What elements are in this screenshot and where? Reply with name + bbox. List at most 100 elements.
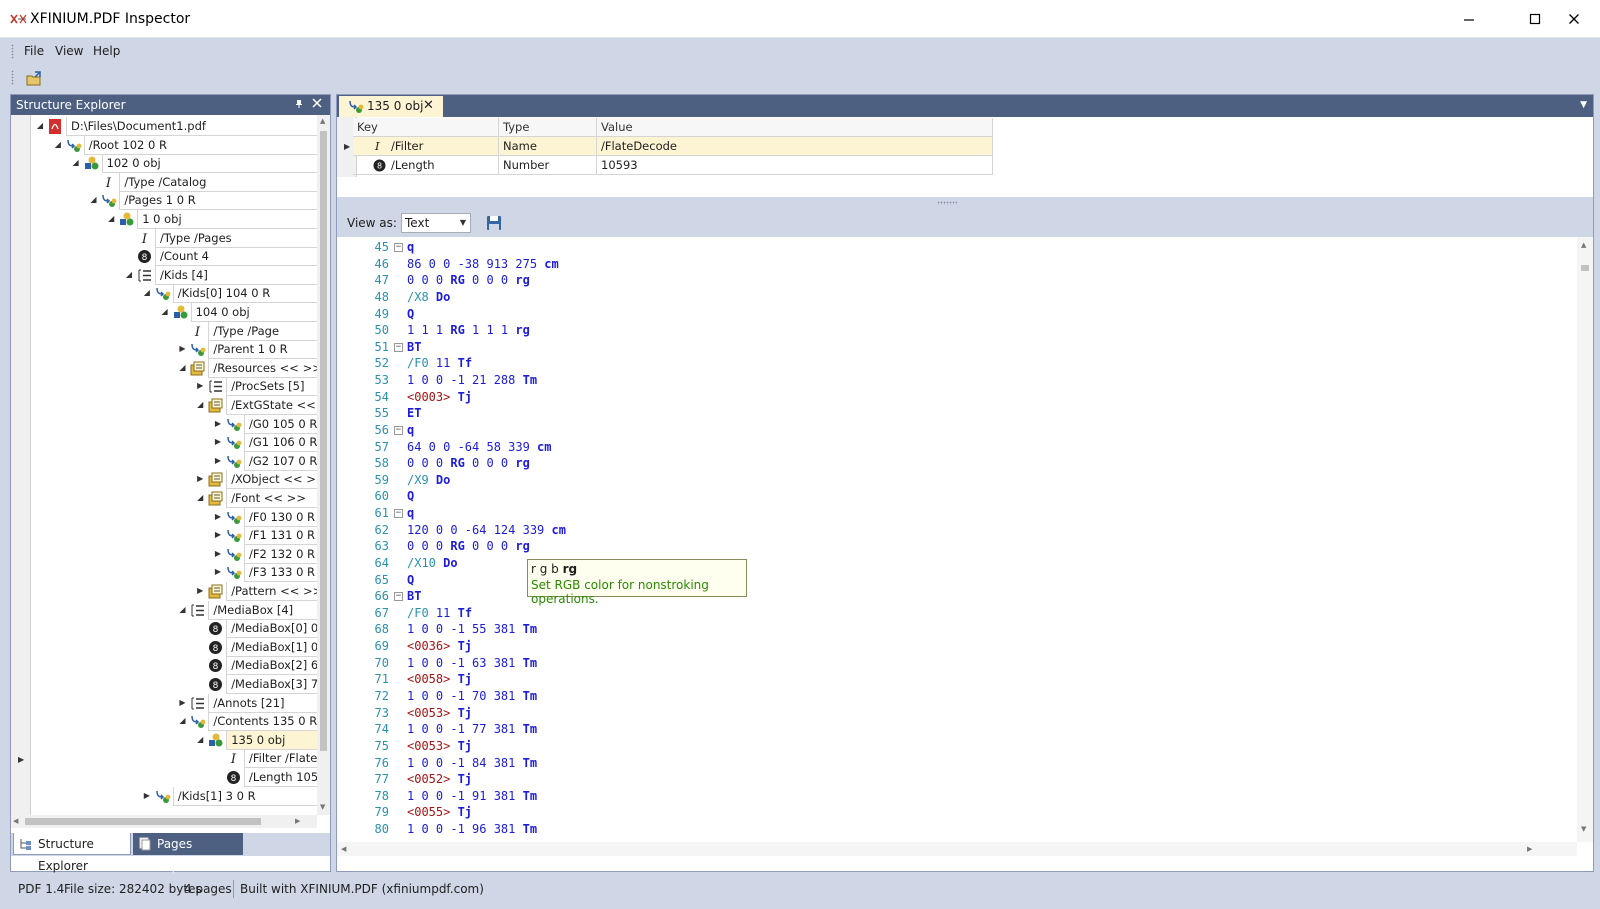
- code-line[interactable]: 52/F0 11 Tf: [337, 355, 1577, 372]
- tree-node[interactable]: ◢ /Resources << >>: [31, 358, 317, 378]
- tree-node[interactable]: I/Type /Page: [31, 321, 317, 341]
- tree-node[interactable]: ▶ /Pattern << >>: [31, 582, 317, 601]
- tree-node[interactable]: ▶ /G2 107 0 R: [31, 451, 317, 471]
- column-header-type[interactable]: Type: [499, 118, 597, 137]
- expand-icon[interactable]: ▶: [195, 381, 205, 391]
- collapse-icon[interactable]: ◢: [177, 605, 187, 615]
- structure-tree[interactable]: ▶ ◢ D:\Files\Document1.pdf ◢/Root 102 0 R ◢…: [11, 115, 317, 815]
- grid-row-filter-value[interactable]: /FlateDecode: [597, 137, 993, 156]
- pin-icon[interactable]: [293, 98, 305, 110]
- code-line[interactable]: 62 120 0 0 -64 124 339 cm: [337, 522, 1577, 539]
- code-line[interactable]: 45− q: [337, 239, 1577, 256]
- menu-view[interactable]: View: [55, 44, 83, 58]
- content-stream-editor[interactable]: 45− q 46 86 0 0 -38 913 275 cm 47 0 0 0 RG 0 …: [337, 237, 1577, 842]
- expand-icon[interactable]: ▶: [213, 437, 223, 447]
- tree-node[interactable]: ▶ /ProcSets [5]: [31, 377, 317, 397]
- tree-node[interactable]: ◢ /Pages 1 0 R: [31, 191, 317, 211]
- tree-node[interactable]: ◢ /Contents 135 0 R: [31, 712, 317, 732]
- tree-node[interactable]: ▶ /F3 133 0 R: [31, 563, 317, 583]
- code-line[interactable]: 61− q: [337, 505, 1577, 522]
- expand-icon[interactable]: ▶: [142, 791, 152, 801]
- tree-node[interactable]: I/Type /Pages: [31, 228, 317, 248]
- tree-node[interactable]: I/Filter /FlateD: [31, 749, 317, 769]
- collapse-icon[interactable]: ◢: [160, 307, 170, 317]
- grid-row-length-type[interactable]: Number: [499, 156, 597, 175]
- tree-node[interactable]: 8/MediaBox[3] 79: [31, 675, 317, 694]
- grid-row-length-value[interactable]: 10593: [597, 156, 993, 175]
- expand-icon[interactable]: ▶: [213, 530, 223, 540]
- collapse-icon[interactable]: ◢: [35, 121, 45, 131]
- code-line[interactable]: 76 1 0 0 -1 84 381 Tm: [337, 755, 1577, 772]
- collapse-icon[interactable]: ◢: [124, 270, 134, 280]
- document-tab[interactable]: 135 0 obj ✕: [339, 96, 443, 117]
- tree-horizontal-scrollbar[interactable]: ◀ ▶: [11, 815, 317, 828]
- code-line[interactable]: 63 0 0 0 RG 0 0 0 rg: [337, 538, 1577, 555]
- code-line[interactable]: 46 86 0 0 -38 913 275 cm: [337, 256, 1577, 273]
- editor-scroll-thumb[interactable]: [1581, 265, 1589, 271]
- horizontal-splitter[interactable]: [337, 197, 1593, 209]
- scroll-left-icon[interactable]: ◀: [13, 817, 18, 825]
- scroll-right-icon[interactable]: ▶: [295, 817, 300, 825]
- expand-icon[interactable]: ▶: [213, 567, 223, 577]
- code-line[interactable]: 79 <0055> Tj: [337, 804, 1577, 821]
- fold-toggle-icon[interactable]: −: [394, 243, 403, 252]
- editor-vertical-scrollbar[interactable]: ▲ ▼: [1577, 237, 1593, 842]
- tree-node[interactable]: 8/Length 1059: [31, 768, 317, 787]
- tree-node[interactable]: ◢ /MediaBox [4]: [31, 600, 317, 620]
- fold-toggle-icon[interactable]: −: [394, 342, 403, 352]
- tree-node[interactable]: 8/MediaBox[2] 61: [31, 656, 317, 676]
- grid-row-filter-key[interactable]: I /Filter: [353, 137, 499, 156]
- collapse-icon[interactable]: ◢: [195, 735, 205, 745]
- editor-horizontal-scrollbar[interactable]: ◀ ▶: [337, 842, 1577, 856]
- grid-row-filter-type[interactable]: Name: [499, 137, 597, 156]
- code-line[interactable]: 73 <0053> Tj: [337, 705, 1577, 722]
- code-line[interactable]: 68 1 0 0 -1 55 381 Tm: [337, 621, 1577, 638]
- close-tab-icon[interactable]: ✕: [423, 96, 434, 116]
- code-line[interactable]: 64/X10 Do: [337, 555, 1577, 572]
- tab-list-dropdown-icon[interactable]: ▼: [1580, 100, 1587, 110]
- tree-node[interactable]: ▶ /XObject << >>: [31, 470, 317, 490]
- tree-node[interactable]: ▶ /F0 130 0 R: [31, 507, 317, 527]
- tree-hscroll-thumb[interactable]: [25, 818, 261, 825]
- expand-icon[interactable]: ▶: [177, 344, 187, 354]
- tab-structure-explorer[interactable]: Structure Explorer: [13, 833, 131, 873]
- scroll-up-icon[interactable]: ▲: [1581, 241, 1586, 249]
- tree-scroll-thumb[interactable]: [320, 131, 327, 751]
- collapse-icon[interactable]: ◢: [195, 400, 205, 410]
- tree-node[interactable]: ▶ /F1 131 0 R: [31, 526, 317, 546]
- collapse-icon[interactable]: ◢: [53, 140, 63, 150]
- tree-node[interactable]: ◢ 135 0 obj: [31, 730, 317, 750]
- code-line[interactable]: 74 1 0 0 -1 77 381 Tm: [337, 721, 1577, 738]
- tree-node[interactable]: 8/MediaBox[1] 0: [31, 637, 317, 657]
- collapse-icon[interactable]: ◢: [88, 195, 98, 205]
- code-line[interactable]: 58 0 0 0 RG 0 0 0 rg: [337, 455, 1577, 472]
- tree-node[interactable]: ◢ /Root 102 0 R: [31, 135, 317, 155]
- code-line[interactable]: 49 Q: [337, 306, 1577, 323]
- column-header-key[interactable]: Key: [353, 118, 499, 137]
- expand-icon[interactable]: ▶: [213, 549, 223, 559]
- code-line[interactable]: 51− BT: [337, 339, 1577, 356]
- code-line[interactable]: 54 <0003> Tj: [337, 389, 1577, 406]
- tree-node[interactable]: ◢ D:\Files\Document1.pdf: [31, 117, 317, 136]
- minimize-button[interactable]: [1450, 0, 1488, 38]
- tree-node[interactable]: ◢ /Kids [4]: [31, 265, 317, 285]
- code-line[interactable]: 57 64 0 0 -64 58 339 cm: [337, 439, 1577, 456]
- maximize-button[interactable]: [1516, 0, 1554, 38]
- collapse-icon[interactable]: ◢: [142, 288, 152, 298]
- scroll-left-icon[interactable]: ◀: [341, 845, 346, 853]
- collapse-icon[interactable]: ◢: [177, 716, 187, 726]
- code-line[interactable]: 70 1 0 0 -1 63 381 Tm: [337, 655, 1577, 672]
- column-header-value[interactable]: Value: [597, 118, 993, 137]
- tree-node[interactable]: ▶ /G0 105 0 R: [31, 414, 317, 434]
- close-icon[interactable]: [311, 97, 323, 109]
- tree-node[interactable]: ◢ /ExtGState << >>: [31, 396, 317, 415]
- code-line[interactable]: 56− q: [337, 422, 1577, 439]
- scroll-up-icon[interactable]: ▲: [320, 117, 325, 125]
- scroll-right-icon[interactable]: ▶: [1527, 845, 1532, 853]
- code-line[interactable]: 53 1 0 0 -1 21 288 Tm: [337, 372, 1577, 389]
- menubar-grip[interactable]: [11, 44, 14, 59]
- code-line[interactable]: 55 ET: [337, 405, 1577, 422]
- save-icon[interactable]: [485, 214, 503, 232]
- tree-node[interactable]: 8/MediaBox[0] 0: [31, 619, 317, 639]
- code-line[interactable]: 47 0 0 0 RG 0 0 0 rg: [337, 272, 1577, 289]
